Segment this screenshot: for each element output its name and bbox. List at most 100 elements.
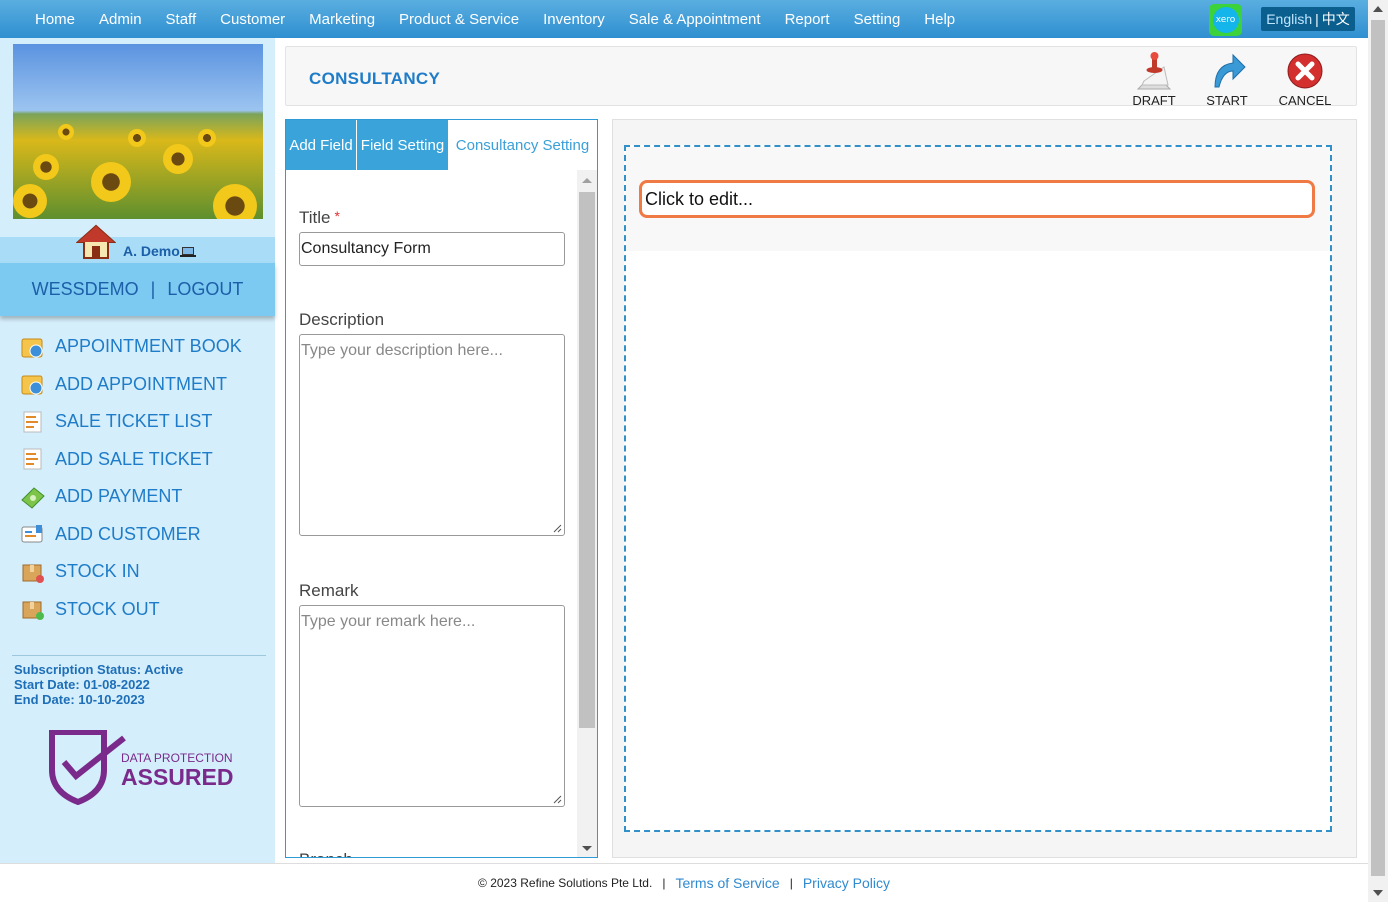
sidebar-item-label: STOCK IN [55,561,140,582]
privacy-policy-link[interactable]: Privacy Policy [803,875,890,891]
page-scrollbar[interactable] [1368,0,1388,902]
required-marker: * [334,208,340,224]
sidebar-item-add-sale-ticket[interactable]: ADD SALE TICKET [0,441,275,479]
draft-button[interactable]: DRAFT [1124,51,1184,108]
nav-inventory[interactable]: Inventory [531,11,617,28]
title-label: Title * [299,208,340,228]
receipt-icon [23,448,42,470]
form-title-editable[interactable]: Click to edit... [639,180,1315,218]
logout-link[interactable]: LOGOUT [167,279,243,300]
nav-help[interactable]: Help [912,11,967,28]
sidebar-item-label: ADD APPOINTMENT [55,373,228,394]
close-icon [1287,53,1323,89]
calendar-icon [21,338,43,358]
top-nav-items: Home Admin Staff Customer Marketing Prod… [0,0,967,38]
terms-of-service-link[interactable]: Terms of Service [675,875,779,891]
sidebar-item-appointment-book[interactable]: APPOINTMENT BOOK [0,328,275,366]
title-input[interactable] [299,232,565,266]
xero-button[interactable]: xero [1209,4,1242,36]
footer-separator: | [789,876,793,890]
form-title-area: Click to edit... [626,147,1330,251]
start-label: START [1206,93,1248,108]
sidebar: A. Demo WESSDEMO | LOGOUT APPOINTMENT BO… [0,38,275,863]
settings-scrollbar[interactable] [577,170,597,857]
subscription-start-date: Start Date: 01-08-2022 [14,677,150,692]
form-builder-area: Click to edit... [612,119,1357,858]
scroll-down-arrow-icon[interactable] [1373,890,1383,896]
sidebar-item-add-payment[interactable]: ADD PAYMENT [0,478,275,516]
sidebar-item-label: STOCK OUT [55,598,160,619]
sidebar-item-label: ADD SALE TICKET [55,448,213,469]
form-canvas[interactable]: Click to edit... [624,145,1332,832]
description-label: Description [299,310,385,329]
xero-logo-icon: xero [1212,7,1239,33]
footer: © 2023 Refine Solutions Pte Ltd. | Terms… [0,863,1368,902]
nav-setting[interactable]: Setting [842,11,913,28]
scroll-up-arrow-icon[interactable] [582,178,592,183]
home-icon [76,224,116,259]
settings-panel: Add Field Field Setting Consultancy Sett… [285,119,598,858]
consultancy-setting-form: Title* Description Type your description… [286,170,576,857]
cancel-button[interactable]: CANCEL [1275,51,1335,108]
sidebar-item-stock-out[interactable]: STOCK OUT [0,591,275,629]
customer-card-icon [21,525,43,543]
nav-report[interactable]: Report [773,11,842,28]
subscription-info: Subscription Status: Active Start Date: … [12,655,266,707]
badge-bottom-text: ASSURED [121,764,233,790]
tab-consultancy-setting[interactable]: Consultancy Setting [448,120,597,170]
language-switcher: English | 中文 [1261,7,1355,31]
sidebar-item-stock-in[interactable]: STOCK IN [0,553,275,591]
nav-customer[interactable]: Customer [208,11,297,28]
sidebar-item-add-customer[interactable]: ADD CUSTOMER [0,516,275,554]
nav-marketing[interactable]: Marketing [297,11,387,28]
scroll-up-arrow-icon[interactable] [1373,6,1383,12]
nav-staff[interactable]: Staff [154,11,209,28]
remark-textarea[interactable]: Type your remark here... [299,605,565,807]
nav-admin[interactable]: Admin [87,11,154,28]
nav-product-service[interactable]: Product & Service [387,11,531,28]
copyright: © 2023 Refine Solutions Pte Ltd. [478,876,653,890]
sidebar-item-label: ADD PAYMENT [55,486,183,507]
page-header: CONSULTANCY DRAFT START CANCEL [285,46,1357,108]
badge-top-text: DATA PROTECTION [121,751,233,765]
description-textarea[interactable]: Type your description here... [299,334,565,536]
sidebar-menu: APPOINTMENT BOOK ADD APPOINTMENT SALE TI… [0,328,275,628]
top-nav-bar: Home Admin Staff Customer Marketing Prod… [0,0,1368,38]
lang-chinese[interactable]: 中文 [1322,9,1350,29]
resize-grip-icon[interactable] [552,794,562,804]
tab-add-field[interactable]: Add Field [286,120,356,170]
money-icon [21,487,45,509]
profile-banner-image [13,44,263,219]
nav-sale-appointment[interactable]: Sale & Appointment [617,11,773,28]
lang-english[interactable]: English [1266,11,1312,27]
data-protection-badge: DATA PROTECTION ASSURED [49,730,233,805]
sidebar-item-sale-ticket-list[interactable]: SALE TICKET LIST [0,403,275,441]
settings-tabs: Add Field Field Setting Consultancy Sett… [286,120,597,170]
nav-home[interactable]: Home [23,11,87,28]
user-name: A. Demo [123,243,180,259]
pin-icon [1136,52,1172,90]
start-button[interactable]: START [1197,51,1257,108]
remark-placeholder: Type your remark here... [301,613,476,630]
branch-label: Branch [299,850,353,857]
scrollbar-thumb[interactable] [579,192,595,728]
sidebar-item-label: APPOINTMENT BOOK [55,336,242,357]
resize-grip-icon[interactable] [552,523,562,533]
forward-arrow-icon [1214,53,1246,88]
sidebar-item-label: SALE TICKET LIST [55,411,213,432]
laptop-icon [180,247,196,257]
page-title: CONSULTANCY [309,69,441,88]
tab-field-setting[interactable]: Field Setting [357,120,448,170]
footer-separator: | [662,876,666,890]
scroll-down-arrow-icon[interactable] [582,846,592,851]
scrollbar-thumb[interactable] [1371,20,1385,876]
cancel-label: CANCEL [1278,93,1332,108]
lang-separator: | [1315,11,1319,27]
account-name-link[interactable]: WESSDEMO [32,279,139,300]
sidebar-item-add-appointment[interactable]: ADD APPOINTMENT [0,366,275,404]
description-placeholder: Type your description here... [301,342,503,359]
subscription-end-date: End Date: 10-10-2023 [14,692,145,707]
box-in-icon [22,564,44,583]
sidebar-item-label: ADD CUSTOMER [55,523,201,544]
draft-label: DRAFT [1132,93,1176,108]
